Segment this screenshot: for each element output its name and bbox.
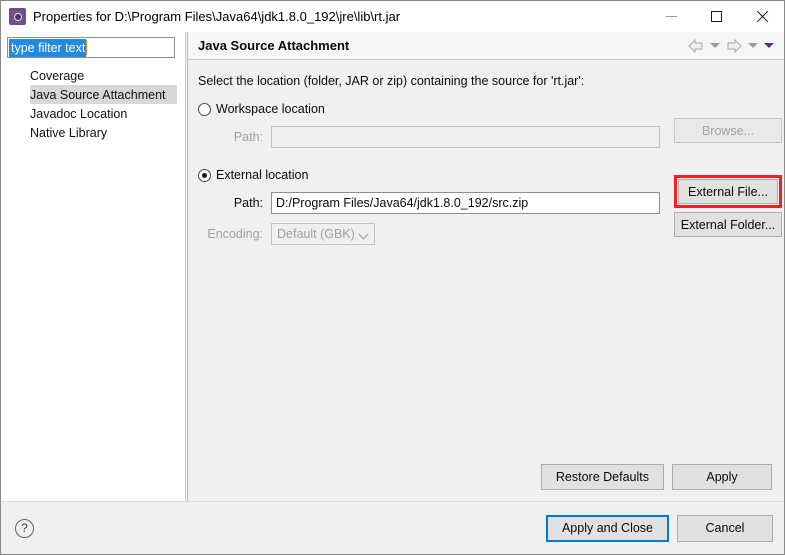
cancel-button[interactable]: Cancel [677, 515, 773, 542]
filter-input[interactable]: type filter text [7, 37, 175, 58]
forward-button[interactable] [724, 36, 744, 56]
chevron-down-icon [359, 230, 369, 240]
location-action-buttons: Browse... External File... External Fold… [674, 74, 782, 237]
workspace-path-input[interactable] [271, 126, 660, 148]
filter-input-value: type filter text [9, 39, 86, 57]
tree-item-label: Coverage [30, 69, 84, 83]
page-navigation [686, 36, 776, 56]
tree-item-label: Java Source Attachment [30, 88, 166, 102]
external-path-input[interactable]: D:/Program Files/Java64/jdk1.8.0_192/src… [271, 192, 660, 214]
tree-item-label: Native Library [30, 126, 107, 140]
text-caret [86, 40, 87, 55]
maximize-button[interactable] [694, 1, 739, 32]
back-history-dropdown[interactable] [708, 36, 722, 56]
encoding-label: Encoding: [198, 227, 271, 241]
arrow-left-icon [688, 39, 704, 53]
close-button[interactable] [739, 1, 784, 32]
tree-item-native-library[interactable]: Native Library [1, 123, 184, 142]
window-title: Properties for D:\Program Files\Java64\j… [33, 9, 400, 24]
restore-defaults-button[interactable]: Restore Defaults [541, 464, 664, 490]
minimize-icon [666, 16, 677, 17]
settings-page-pane: Java Source Attachment [188, 32, 784, 501]
forward-history-dropdown[interactable] [746, 36, 760, 56]
chevron-down-icon [748, 43, 758, 48]
tree-item-label: Javadoc Location [30, 107, 127, 121]
back-button[interactable] [686, 36, 706, 56]
encoding-select[interactable]: Default (GBK) [271, 223, 375, 245]
title-bar: Properties for D:\Program Files\Java64\j… [1, 1, 784, 32]
workspace-location-label: Workspace location [216, 102, 325, 116]
page-header: Java Source Attachment [188, 32, 784, 60]
properties-gear-icon [9, 8, 26, 25]
page-content: Select the location (folder, JAR or zip)… [188, 60, 784, 501]
footer-buttons: Apply and Close Cancel [546, 515, 773, 542]
page-title: Java Source Attachment [198, 38, 686, 53]
workspace-path-label: Path: [198, 130, 271, 144]
window-controls [649, 1, 784, 32]
apply-button[interactable]: Apply [672, 464, 772, 490]
dialog-footer: ? Apply and Close Cancel [1, 501, 784, 554]
external-file-highlight-wrapper: External File... [674, 175, 782, 208]
external-folder-button[interactable]: External Folder... [674, 212, 782, 237]
tree-item-java-source-attachment[interactable]: Java Source Attachment [30, 85, 177, 104]
tree-item-coverage[interactable]: Coverage [1, 66, 184, 85]
page-action-buttons: Restore Defaults Apply [541, 464, 772, 490]
minimize-button[interactable] [649, 1, 694, 32]
dialog-body: type filter text Coverage Java Source At… [1, 32, 784, 501]
encoding-select-value: Default (GBK) [277, 227, 355, 241]
triangle-down-icon [764, 43, 774, 48]
external-file-button[interactable]: External File... [678, 179, 778, 204]
help-question-icon[interactable]: ? [15, 519, 34, 538]
properties-dialog: Properties for D:\Program Files\Java64\j… [0, 0, 785, 555]
help-label: ? [21, 521, 28, 535]
page-overflow-menu[interactable] [762, 36, 776, 56]
chevron-down-icon [710, 43, 720, 48]
close-icon [755, 10, 768, 23]
settings-tree: Coverage Java Source Attachment Javadoc … [1, 66, 184, 142]
maximize-icon [711, 11, 722, 22]
external-location-label: External location [216, 168, 308, 182]
arrow-right-icon [726, 39, 742, 53]
apply-and-close-button[interactable]: Apply and Close [546, 515, 669, 542]
browse-button[interactable]: Browse... [674, 118, 782, 143]
external-path-label: Path: [198, 196, 271, 210]
tree-item-javadoc-location[interactable]: Javadoc Location [1, 104, 184, 123]
radio-checked-icon [198, 169, 211, 182]
radio-unchecked-icon [198, 103, 211, 116]
settings-tree-pane: type filter text Coverage Java Source At… [1, 32, 185, 501]
